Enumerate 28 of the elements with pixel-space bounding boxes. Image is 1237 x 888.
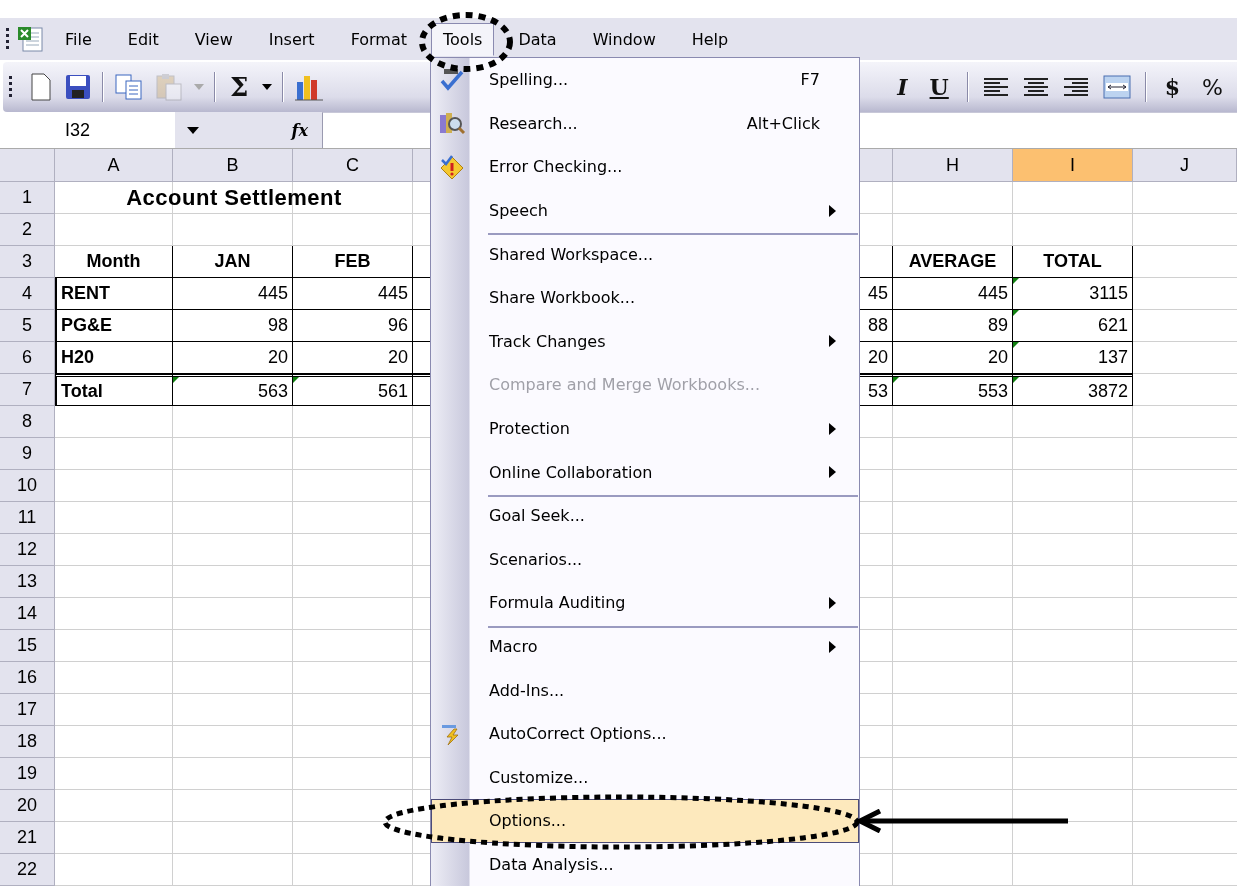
shortcut-text: Alt+Click (746, 113, 820, 133)
table-cell: 96 (293, 310, 413, 342)
table-cell: 563 (173, 374, 293, 406)
table-cell: 20 (893, 342, 1013, 374)
table-cell: JAN (173, 246, 293, 278)
table-cell: 553 (893, 374, 1013, 406)
table-cell: AVERAGE (893, 246, 1013, 278)
table-cell: H20 (55, 342, 173, 374)
table-cell: 561 (293, 374, 413, 406)
table-cell: 445 (293, 278, 413, 310)
table-cell: 20 (293, 342, 413, 374)
table-cell: 445 (173, 278, 293, 310)
table-cell: 20 (173, 342, 293, 374)
table-cell: Month (55, 246, 173, 278)
table-cell: FEB (293, 246, 413, 278)
table-cell: Total (55, 374, 173, 406)
shortcut-text: F7 (800, 70, 820, 90)
table-cell: PG&E (55, 310, 173, 342)
table-cell: 137 (1013, 342, 1133, 374)
table-cell: 89 (893, 310, 1013, 342)
table-cell: TOTAL (1013, 246, 1133, 278)
table-cell: 98 (173, 310, 293, 342)
table-cell: 445 (893, 278, 1013, 310)
table-cell: 621 (1013, 310, 1133, 342)
table-cell: 3115 (1013, 278, 1133, 310)
sheet-title: Account Settlement (125, 184, 343, 212)
table-cell: RENT (55, 278, 173, 310)
table-cell: 3872 (1013, 374, 1133, 406)
